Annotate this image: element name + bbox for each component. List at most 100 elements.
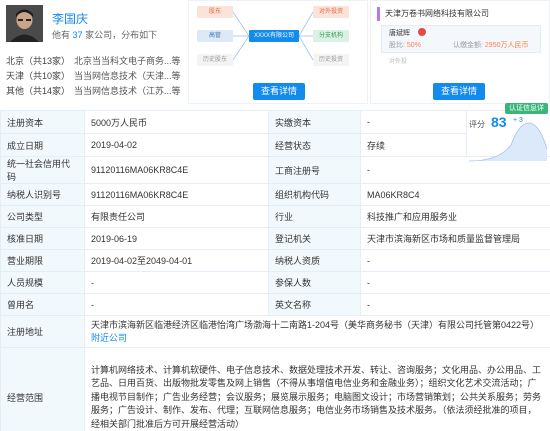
paid-capital-value: - [360,110,467,134]
relation-company-title[interactable]: 天津万卷书网络科技有限公司 [385,8,489,19]
person-company-count: 他有 37 家公司，分布如下 [52,28,157,41]
capital-label: 认缴金额: [453,42,483,49]
relation-accent-bar [377,7,380,21]
count-prefix: 他有 [52,30,71,40]
authority-value: 天津市滨海新区市场和质量监督管理局 [360,227,550,250]
score-cell: 认证信息详 评分 83 + 3 [466,103,550,162]
score-value: 83 [491,114,507,130]
industry-label: 行业 [268,205,361,228]
scope-value: 计算机网络技术、计算机软硬件、电子信息技术、数据处理技术开发、转让、咨询服务；文… [84,347,550,431]
region-company[interactable]: 当当网信息技术（江苏...等 [74,86,181,96]
found-date-label: 成立日期 [0,133,85,157]
table-row: 曾用名 - 英文名称 - [0,293,550,316]
region-name: 北京 [6,56,25,66]
capital-value: 2950万人民币 [484,42,529,49]
staff-value: - [84,271,269,294]
equity-diagram-panel: 股东 对外投资 高管 XXXX有限公司 分支机构 历史股东 历史投资 查看详情 [188,0,368,104]
table-row: 人员规模 - 参保人数 - [0,271,550,294]
type-value: 有限责任公司 [84,205,269,228]
relation-panel: 天津万卷书网络科技有限公司 唐斌辉 股比: 50% 认缴金额: 2950万人民币… [370,0,550,104]
person-name[interactable]: 李国庆 [52,10,88,27]
table-row: 营业期限 2019-04-02至2049-04-01 纳税人资质 - [0,249,550,272]
list-item[interactable]: 其他（共14家） 当当网信息技术（江苏...等 [6,84,186,99]
diagram-node-company: XXXX有限公司 [249,30,299,42]
diagram-node-history-investment: 历史投资 [313,54,349,66]
english-name-label: 英文名称 [268,293,361,316]
diagram-node-investment: 对外投资 [313,6,349,18]
status-label: 经营状态 [268,133,361,157]
region-name: 天津 [6,71,25,81]
address-cell: 天津市滨海新区临港经济区临港怡湾广场渤海十二南路1-204号（美华商务秘书（天津… [84,315,550,348]
diagram-node-branch: 分支机构 [313,30,349,42]
diagram-node-history-shareholder: 历史股东 [197,54,233,66]
found-date-value: 2019-04-02 [84,133,269,157]
person-panel: 李国庆 他有 37 家公司，分布如下 北京（共13家） 北京当当科文电子商务...… [0,0,188,104]
address-label: 注册地址 [0,315,85,348]
tax-qual-value: - [360,249,550,272]
person-photo-icon [6,5,43,42]
staff-label: 人员规模 [0,271,85,294]
paid-capital-label: 实缴资本 [268,110,361,134]
diagram-node-shareholder: 股东 [197,6,233,18]
table-row: 经营范围 计算机网络技术、计算机软硬件、电子信息技术、数据处理技术开发、转让、咨… [0,347,550,431]
relation-detail-button[interactable]: 查看详情 [433,83,485,100]
region-company[interactable]: 北京当当科文电子商务...等 [74,56,181,66]
region-list: 北京（共13家） 北京当当科文电子商务...等 天津（共10家） 当当网信息技术（天… [6,54,186,99]
taxpayer-label: 纳税人识别号 [0,183,85,206]
top-summary: 李国庆 他有 37 家公司，分布如下 北京（共13家） 北京当当科文电子商务...… [0,0,550,110]
region-count: （共14家） [24,86,71,96]
english-name-value: - [360,293,550,316]
scope-label: 经营范围 [0,347,85,431]
address-value: 天津市滨海新区临港经济区临港怡湾广场渤海十二南路1-204号（美华商务秘书（天津… [91,319,540,330]
share-label: 股比: [389,42,405,49]
type-label: 公司类型 [0,205,85,228]
industry-value: 科技推广和应用服务业 [360,205,550,228]
former-name-value: - [84,293,269,316]
approve-date-value: 2019-06-19 [84,227,269,250]
score-label: 评分 [469,120,485,129]
score-widget[interactable]: 认证信息详 评分 83 + 3 [469,103,548,162]
credit-code-value: 91120116MA06KR8C4E [84,156,269,184]
approve-date-label: 核准日期 [0,227,85,250]
list-item[interactable]: 天津（共10家） 当当网信息技术（天津...等 [6,69,186,84]
reg-capital-value: 5000万人民币 [84,110,269,134]
region-name: 其他 [6,86,25,96]
flag-icon [418,28,426,36]
reg-capital-label: 注册资本 [0,110,85,134]
insured-label: 参保人数 [268,271,361,294]
former-name-label: 曾用名 [0,293,85,316]
insured-value: - [360,271,550,294]
region-count: （共10家） [24,71,71,81]
equity-detail-button[interactable]: 查看详情 [253,83,305,100]
share-value: 50% [406,42,421,49]
authority-label: 登记机关 [268,227,361,250]
avatar[interactable] [6,5,43,42]
relation-capital: 认缴金额: 2950万人民币 [453,40,528,50]
org-code-label: 组织机构代码 [268,183,361,206]
relation-person-name[interactable]: 唐斌辉 [389,28,410,38]
relation-foot: 对外投 [389,59,408,65]
term-value: 2019-04-02至2049-04-01 [84,249,269,272]
table-row: 注册资本 5000万人民币 实缴资本 - 认证信息详 评分 83 + 3 [0,103,550,162]
diagram-node-executive: 高管 [197,30,233,42]
table-row: 注册地址 天津市滨海新区临港经济区临港怡湾广场渤海十二南路1-204号（美华商务… [0,315,550,348]
region-company[interactable]: 当当网信息技术（天津...等 [74,71,181,81]
nearby-companies-link[interactable]: 附近公司 [91,333,127,343]
term-label: 营业期限 [0,249,85,272]
count-suffix: 家公司，分布如下 [85,30,158,40]
list-item[interactable]: 北京（共13家） 北京当当科文电子商务...等 [6,54,186,69]
count-number[interactable]: 37 [73,30,83,40]
certification-badge[interactable]: 认证信息详 [505,103,548,114]
relation-share: 股比: 50% [389,40,421,50]
org-code-value: MA06KR8C4 [360,183,550,206]
table-row: 统一社会信用代码 91120116MA06KR8C4E 工商注册号 - [0,156,550,184]
status-value: 存续 [360,133,467,157]
table-row: 核准日期 2019-06-19 登记机关 天津市滨海新区市场和质量监督管理局 [0,227,550,250]
credit-code-label: 统一社会信用代码 [0,156,85,184]
table-row: 纳税人识别号 91120116MA06KR8C4E 组织机构代码 MA06KR8… [0,183,550,206]
taxpayer-value: 91120116MA06KR8C4E [84,183,269,206]
table-row: 公司类型 有限责任公司 行业 科技推广和应用服务业 [0,205,550,228]
reg-no-label: 工商注册号 [268,156,361,184]
score-delta: + 3 [513,117,523,124]
tax-qual-label: 纳税人资质 [268,249,361,272]
